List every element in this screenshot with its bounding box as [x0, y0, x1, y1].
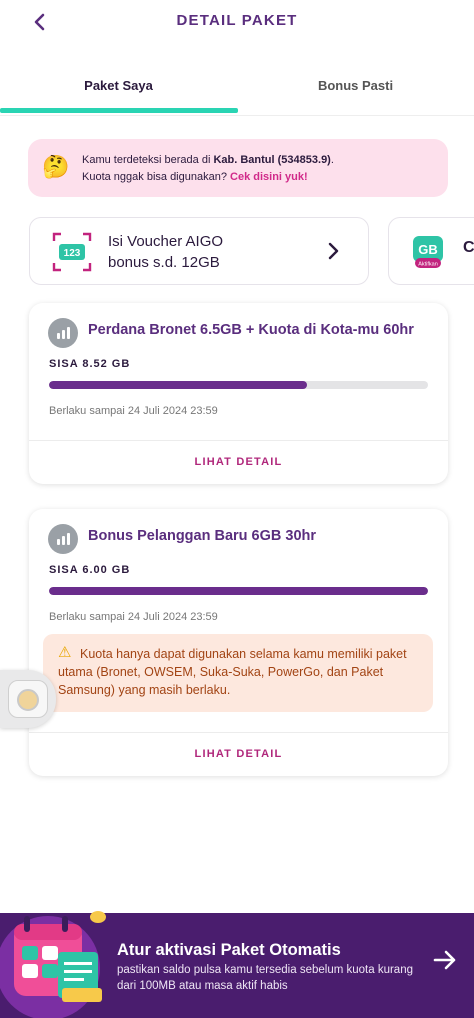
- banner-title: Atur aktivasi Paket Otomatis: [117, 941, 341, 959]
- package-expiry: Berlaku sampai 24 Juli 2024 23:59: [49, 405, 218, 417]
- package-name: Bonus Pelanggan Baru 6GB 30hr: [88, 528, 317, 544]
- voucher-123-icon: 123: [52, 232, 92, 272]
- calendar-icon: [0, 911, 106, 1018]
- voucher-card[interactable]: 123 Isi Voucher AIGO bonus s.d. 12GB: [29, 217, 369, 285]
- header: DETAIL PAKET: [0, 0, 474, 48]
- chevron-right-icon: [328, 242, 339, 260]
- voucher-subtitle: bonus s.d. 12GB: [108, 254, 220, 271]
- package-remaining: SISA 6.00 GB: [49, 564, 131, 576]
- signal-bars-icon: [48, 318, 78, 348]
- voucher-text: Isi Voucher AIGO bonus s.d. 12GB: [108, 231, 223, 273]
- notice-line1-suffix: .: [330, 154, 334, 166]
- quota-progress-bar: [49, 587, 428, 595]
- tab-bonus-pasti[interactable]: Bonus Pasti: [237, 78, 474, 93]
- banner-subtitle: pastikan saldo pulsa kamu tersedia sebel…: [117, 964, 413, 992]
- promo-badge-text: GB: [418, 242, 438, 257]
- quota-progress-fill: [49, 587, 428, 595]
- notice-location: Kab. Bantul (534853.9): [213, 154, 331, 166]
- check-here-link[interactable]: Cek disini yuk!: [230, 171, 308, 183]
- notice-line2-prefix: Kuota nggak bisa digunakan?: [82, 171, 231, 183]
- package-expiry: Berlaku sampai 24 Juli 2024 23:59: [49, 611, 218, 623]
- page-title: DETAIL PAKET: [176, 12, 298, 29]
- tab-paket-saya[interactable]: Paket Saya: [0, 78, 237, 93]
- tab-bar: Paket Saya Bonus Pasti: [0, 70, 474, 116]
- promo-label: C: [463, 239, 474, 256]
- svg-text:123: 123: [64, 248, 81, 259]
- location-notice: 🤔 Kamu terdeteksi berada di Kab. Bantul …: [28, 139, 448, 197]
- quota-progress-fill: [49, 381, 307, 389]
- divider: [29, 440, 448, 441]
- view-detail-button[interactable]: LIHAT DETAIL: [29, 748, 448, 760]
- package-card: Perdana Bronet 6.5GB + Kuota di Kota-mu …: [29, 303, 448, 484]
- assistive-button: [8, 680, 48, 718]
- warning-text: Kuota hanya dapat digunakan selama kamu …: [58, 647, 407, 697]
- arrow-right-icon[interactable]: [432, 947, 458, 973]
- gb-badge-icon: GB Aktifkan: [413, 236, 443, 268]
- quota-progress-bar: [49, 381, 428, 389]
- divider: [29, 732, 448, 733]
- promo-badge-sub: Aktifkan: [418, 262, 438, 268]
- package-name: Perdana Bronet 6.5GB + Kuota di Kota-mu …: [88, 322, 414, 338]
- quota-warning: ⚠ Kuota hanya dapat digunakan selama kam…: [43, 634, 433, 712]
- signal-bars-icon: [48, 524, 78, 554]
- package-remaining: SISA 8.52 GB: [49, 358, 131, 370]
- gb-promo-card[interactable]: GB Aktifkan C: [388, 217, 474, 285]
- thinking-face-icon: 🤔: [42, 154, 70, 179]
- voucher-title: Isi Voucher AIGO: [108, 233, 224, 250]
- active-tab-indicator: [0, 108, 238, 113]
- view-detail-button[interactable]: LIHAT DETAIL: [29, 456, 448, 468]
- location-notice-text: Kamu terdeteksi berada di Kab. Bantul (5…: [82, 152, 442, 186]
- floating-assistive-handle[interactable]: [0, 670, 56, 728]
- package-card: Bonus Pelanggan Baru 6GB 30hr SISA 6.00 …: [29, 509, 448, 776]
- assistive-dot-icon: [17, 689, 39, 711]
- notice-line1-prefix: Kamu terdeteksi berada di: [82, 154, 214, 166]
